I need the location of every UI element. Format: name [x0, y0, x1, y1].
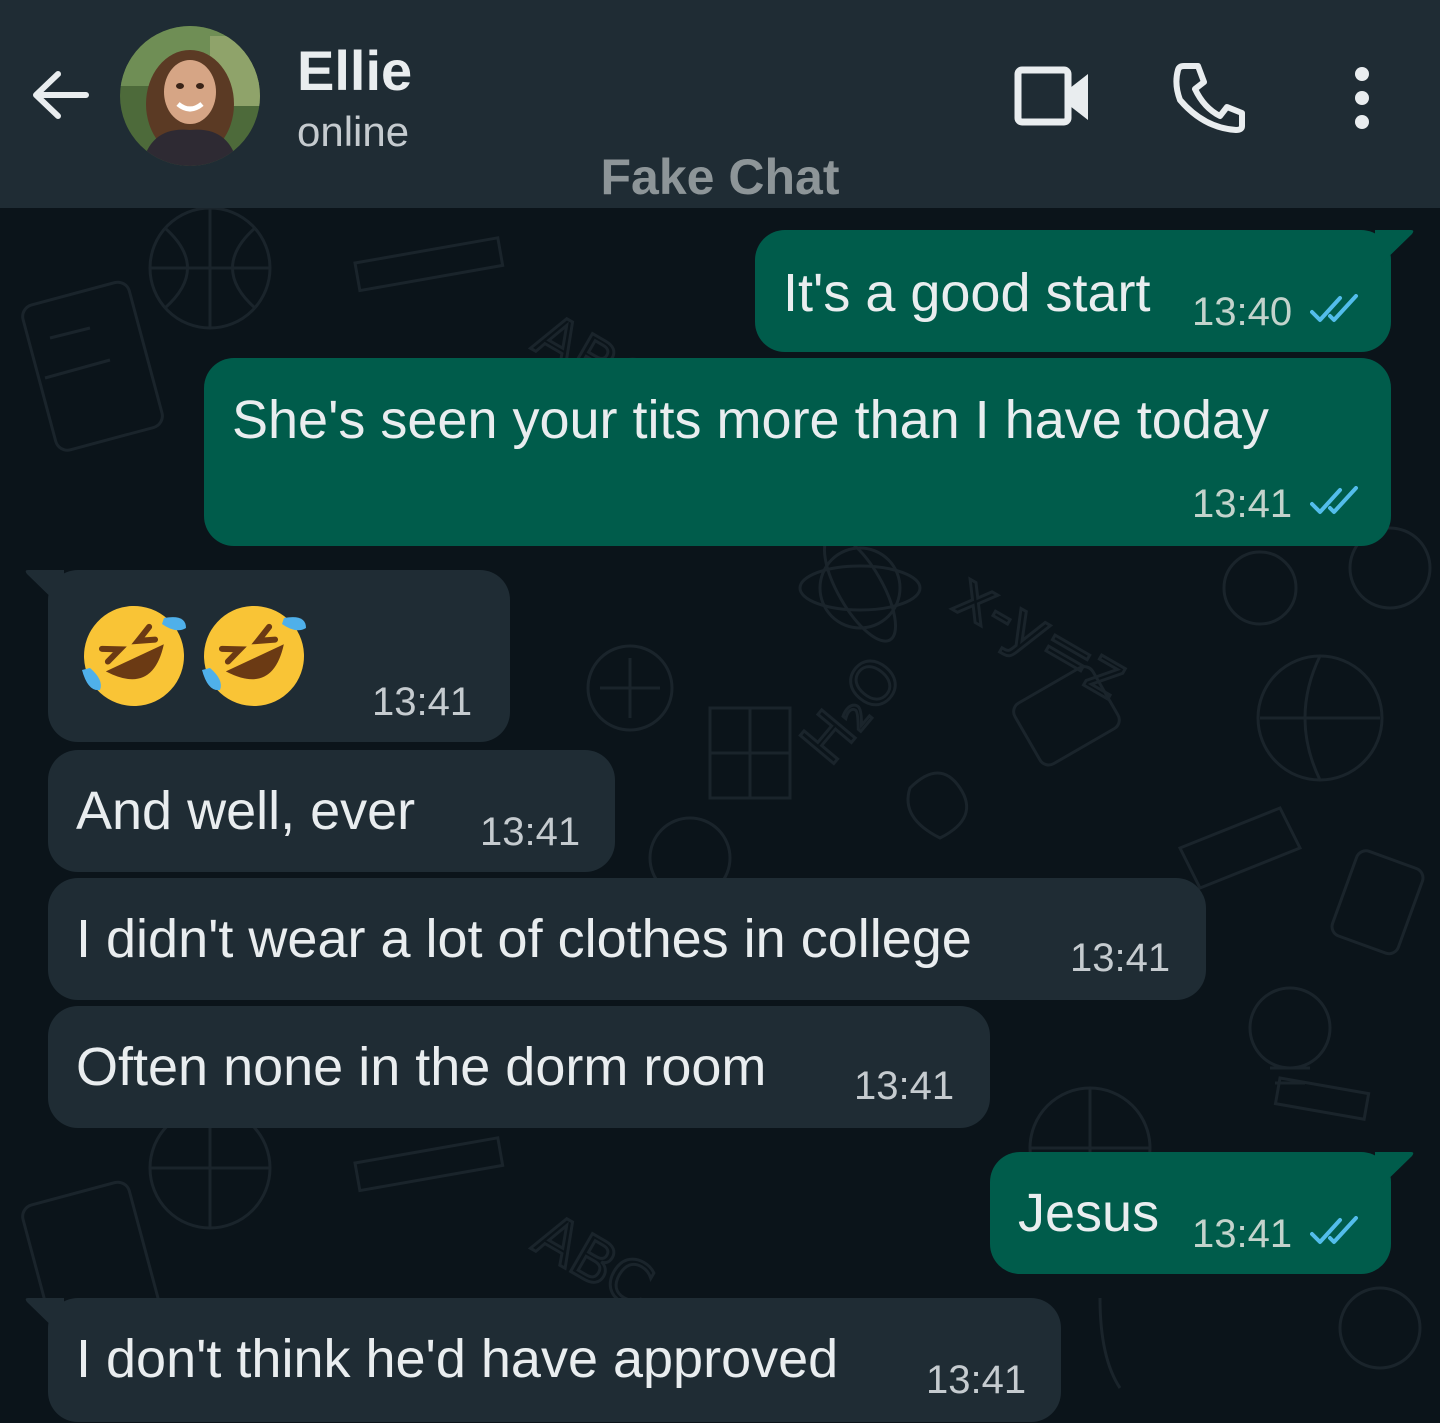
- contact-avatar[interactable]: [120, 26, 260, 166]
- message-text: Jesus: [1018, 1183, 1160, 1243]
- message-text: I don't think he'd have approved: [76, 1329, 839, 1389]
- message-time: 13:41: [480, 810, 581, 854]
- message-time: 13:41: [1192, 482, 1293, 526]
- message-bubble-incoming[interactable]: And well, ever 13:41: [48, 750, 615, 872]
- more-options-icon[interactable]: [1336, 62, 1388, 134]
- message-time: 13:41: [1070, 936, 1171, 980]
- bubble-tail: [25, 1298, 64, 1338]
- message-text: Often none in the dorm room: [76, 1037, 767, 1097]
- bubble-tail: [1375, 230, 1414, 270]
- video-call-icon[interactable]: [1012, 62, 1094, 132]
- message-bubble-outgoing[interactable]: It's a good start 13:40: [755, 230, 1414, 352]
- chat-header: Ellie online Fake Chat: [0, 0, 1440, 208]
- message-time: 13:41: [854, 1064, 955, 1108]
- phone-call-icon[interactable]: [1170, 60, 1248, 134]
- message-bubble-incoming[interactable]: Often none in the dorm room 13:41: [48, 1006, 990, 1128]
- message-text: I didn't wear a lot of clothes in colleg…: [76, 909, 972, 969]
- rofl-emoji-icon: [202, 606, 306, 706]
- svg-text:H₂O: H₂O: [788, 643, 916, 777]
- back-arrow-icon[interactable]: [24, 58, 98, 132]
- message-time: 13:41: [1192, 1212, 1293, 1256]
- bubble-tail: [1375, 1152, 1414, 1192]
- message-bubble-outgoing[interactable]: She's seen your tits more than I have to…: [204, 358, 1391, 546]
- message-bubble-incoming[interactable]: I don't think he'd have approved 13:41: [25, 1298, 1061, 1422]
- read-receipt-icon: [1310, 294, 1358, 322]
- contact-name[interactable]: Ellie: [297, 38, 412, 103]
- read-receipt-icon: [1310, 1216, 1358, 1244]
- chat-area[interactable]: ABC x-y=z H₂O: [0, 208, 1440, 1423]
- message-bubble-outgoing[interactable]: Jesus 13:41: [990, 1152, 1414, 1274]
- message-text: It's a good start: [783, 263, 1151, 323]
- message-text: She's seen your tits more than I have to…: [232, 390, 1269, 450]
- message-bubble-incoming[interactable]: I didn't wear a lot of clothes in colleg…: [48, 878, 1206, 1000]
- bubble-tail: [25, 570, 64, 610]
- message-time: 13:41: [372, 680, 473, 724]
- message-time: 13:40: [1192, 290, 1293, 334]
- message-text: And well, ever: [76, 781, 416, 841]
- message-bubble-incoming[interactable]: 13:41: [25, 570, 510, 742]
- read-receipt-icon: [1310, 486, 1358, 514]
- fake-chat-watermark: Fake Chat: [600, 149, 840, 205]
- rofl-emoji-icon: [82, 606, 186, 706]
- message-time: 13:41: [926, 1358, 1027, 1402]
